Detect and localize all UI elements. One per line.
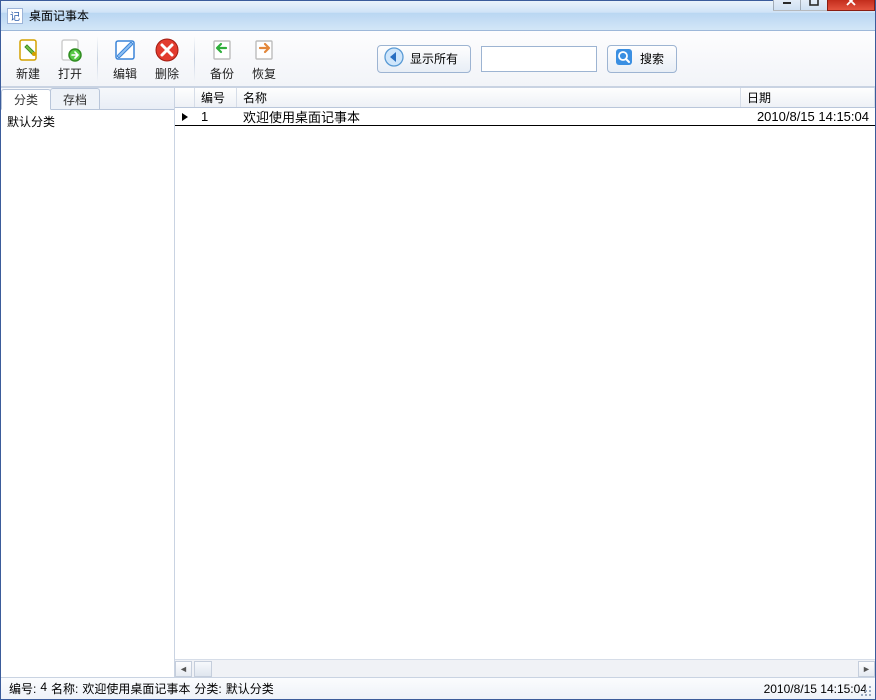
restore-button[interactable]: 恢复 bbox=[245, 34, 283, 84]
restore-icon bbox=[250, 36, 278, 64]
content-body: 分类 存档 默认分类 编号 名称 日期 1 欢迎使用桌面记 bbox=[1, 87, 875, 677]
status-cat-label: 分类: bbox=[194, 680, 221, 697]
toolbar-group-file: 新建 打开 bbox=[9, 34, 89, 84]
open-label: 打开 bbox=[58, 65, 82, 82]
title-bar[interactable]: 记 桌面记事本 bbox=[1, 1, 875, 31]
new-button[interactable]: 新建 bbox=[9, 34, 47, 84]
resize-grip-icon[interactable] bbox=[859, 684, 873, 698]
toolbar-separator bbox=[194, 36, 195, 82]
maximize-icon bbox=[809, 0, 819, 6]
open-button[interactable]: 打开 bbox=[51, 34, 89, 84]
column-id[interactable]: 编号 bbox=[195, 88, 237, 107]
scroll-thumb[interactable] bbox=[194, 661, 212, 677]
edit-label: 编辑 bbox=[113, 65, 137, 82]
status-id-label: 编号: bbox=[9, 680, 36, 697]
search-button[interactable]: 搜索 bbox=[607, 45, 677, 73]
status-bar: 编号: 4 名称: 欢迎使用桌面记事本 分类: 默认分类 2010/8/15 1… bbox=[1, 677, 875, 699]
restore-label: 恢复 bbox=[252, 65, 276, 82]
sidebar-tabs: 分类 存档 bbox=[1, 88, 174, 110]
search-label: 搜索 bbox=[640, 50, 664, 67]
search-icon bbox=[614, 47, 634, 70]
status-name-label: 名称: bbox=[51, 680, 78, 697]
scroll-right-icon[interactable]: ► bbox=[858, 661, 875, 677]
search-input[interactable] bbox=[481, 46, 597, 72]
backup-button[interactable]: 备份 bbox=[203, 34, 241, 84]
app-icon: 记 bbox=[7, 8, 23, 24]
edit-button[interactable]: 编辑 bbox=[106, 34, 144, 84]
minimize-button[interactable] bbox=[773, 0, 801, 11]
app-window: 记 桌面记事本 新建 bbox=[0, 0, 876, 700]
category-list[interactable]: 默认分类 bbox=[1, 110, 174, 677]
cell-id: 1 bbox=[195, 109, 237, 124]
row-indicator-header bbox=[175, 88, 195, 107]
window-title: 桌面记事本 bbox=[29, 7, 89, 24]
column-date[interactable]: 日期 bbox=[741, 88, 875, 107]
backup-icon bbox=[208, 36, 236, 64]
cell-date: 2010/8/15 14:15:04 bbox=[741, 109, 875, 124]
toolbar-separator bbox=[97, 36, 98, 82]
new-icon bbox=[14, 36, 42, 64]
close-button[interactable] bbox=[827, 0, 875, 11]
column-name[interactable]: 名称 bbox=[237, 88, 741, 107]
scroll-left-icon[interactable]: ◄ bbox=[175, 661, 192, 677]
show-all-button[interactable]: 显示所有 bbox=[377, 45, 471, 73]
column-header: 编号 名称 日期 bbox=[175, 88, 875, 108]
tab-archive[interactable]: 存档 bbox=[50, 88, 100, 109]
note-list-panel: 编号 名称 日期 1 欢迎使用桌面记事本 2010/8/15 14:15:04 … bbox=[175, 88, 875, 677]
status-date: 2010/8/15 14:15:04 bbox=[764, 682, 867, 696]
toolbar-group-backup: 备份 恢复 bbox=[203, 34, 283, 84]
cell-name: 欢迎使用桌面记事本 bbox=[237, 108, 741, 126]
horizontal-scrollbar[interactable]: ◄ ► bbox=[175, 659, 875, 677]
show-all-label: 显示所有 bbox=[410, 50, 458, 67]
toolbar-group-edit: 编辑 删除 bbox=[106, 34, 186, 84]
status-right: 2010/8/15 14:15:04 bbox=[717, 682, 867, 696]
new-label: 新建 bbox=[16, 65, 40, 82]
status-cat-value: 默认分类 bbox=[226, 680, 274, 697]
row-indicator-icon bbox=[175, 112, 195, 122]
edit-icon bbox=[111, 36, 139, 64]
minimize-icon bbox=[782, 0, 792, 6]
delete-label: 删除 bbox=[155, 65, 179, 82]
status-left: 编号: 4 名称: 欢迎使用桌面记事本 分类: 默认分类 bbox=[9, 680, 717, 697]
status-name-value: 欢迎使用桌面记事本 bbox=[82, 680, 190, 697]
sidebar: 分类 存档 默认分类 bbox=[1, 88, 175, 677]
note-rows[interactable]: 1 欢迎使用桌面记事本 2010/8/15 14:15:04 bbox=[175, 108, 875, 659]
backup-label: 备份 bbox=[210, 65, 234, 82]
delete-button[interactable]: 删除 bbox=[148, 34, 186, 84]
toolbar-right: 显示所有 搜索 bbox=[377, 45, 677, 73]
scroll-track[interactable] bbox=[212, 661, 858, 677]
open-icon bbox=[56, 36, 84, 64]
back-arrow-icon bbox=[384, 47, 404, 70]
window-controls bbox=[774, 0, 875, 11]
status-id-value: 4 bbox=[40, 680, 47, 697]
toolbar: 新建 打开 编辑 删除 bbox=[1, 31, 875, 87]
table-row[interactable]: 1 欢迎使用桌面记事本 2010/8/15 14:15:04 bbox=[175, 108, 875, 126]
close-icon bbox=[845, 0, 857, 6]
tab-category[interactable]: 分类 bbox=[1, 89, 51, 110]
titlebar-drag-region[interactable] bbox=[89, 1, 774, 30]
maximize-button[interactable] bbox=[800, 0, 828, 11]
delete-icon bbox=[153, 36, 181, 64]
category-item[interactable]: 默认分类 bbox=[7, 112, 168, 130]
